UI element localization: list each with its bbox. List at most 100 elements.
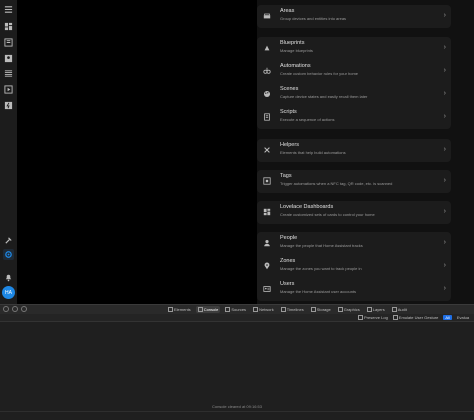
tab-timelines[interactable]: Timelines [279,306,306,313]
settings-item-areas[interactable]: Areas Group devices and entities into are… [257,5,451,28]
item-subtitle: Manage the zones you want to track peopl… [280,266,362,271]
chevron-right-icon: › [443,113,446,120]
item-title: Blueprints [280,40,305,46]
settings-item-people[interactable]: People Manage the people that Home Assist… [257,232,451,255]
chevron-right-icon: › [443,146,446,153]
settings-item-scripts[interactable]: Scripts Execute a sequence of actions › [257,106,451,129]
inspect-icon[interactable] [21,306,27,312]
logbook-icon[interactable] [3,53,14,64]
tab-label: Elements [174,307,191,312]
audit-icon [391,307,397,312]
item-title: Users [280,281,295,287]
settings-item-blueprints[interactable]: Blueprints Manage blueprints › [257,37,451,60]
menu-icon[interactable] [3,4,14,15]
checkbox-icon [392,315,398,320]
item-subtitle: Capture device states and easily recall … [280,94,368,99]
item-subtitle: Manage the people that Home Assistant tr… [280,243,363,248]
graphics-icon [337,307,343,312]
nfc-icon [262,176,272,186]
history-icon[interactable] [3,68,14,79]
tab-network[interactable]: Network [251,306,276,313]
energy-icon[interactable] [3,100,14,111]
item-subtitle: Create custom behavior rules for your ho… [280,71,359,76]
item-subtitle: Manage the Home Assistant user accounts [280,289,357,294]
content-blank-area [17,0,257,304]
script-icon [262,112,272,122]
timelines-icon [280,307,286,312]
item-subtitle: Create customized sets of cards to contr… [280,212,375,217]
item-title: Areas [280,8,295,14]
item-title: Automations [280,63,311,69]
settings-item-users[interactable]: Users Manage the Home Assistant user acco… [257,278,451,301]
settings-item-zones[interactable]: Zones Manage the zones you want to track … [257,255,451,278]
console-cleared-message: Console cleared at 09:16:53 [211,404,263,409]
toggle-label: Emulate User Gesture [398,315,439,320]
item-subtitle: Execute a sequence of actions [280,117,335,122]
robot-icon [262,66,272,76]
item-title: Scripts [280,109,297,115]
console-filter-bar: Preserve Log Emulate User Gesture All Ev… [0,314,474,322]
tab-label: Layers [372,307,385,312]
card-helpers: Helpers Elements that help build automati… [257,139,451,162]
tab-elements[interactable]: Elements [166,306,193,313]
tab-storage[interactable]: Storage [309,306,333,313]
devtools-tabs: Elements Console Sources Network Timelin… [166,306,409,313]
card-automation-group: Blueprints Manage blueprints › Automation… [257,37,451,129]
item-subtitle: Trigger automations when a NFC tag, QR c… [280,181,393,186]
chevron-right-icon: › [443,239,446,246]
close-devtools-icon[interactable] [3,306,9,312]
chevron-right-icon: › [443,208,446,215]
tab-layers[interactable]: Layers [365,306,387,313]
card-areas: Areas Group devices and entities into are… [257,5,451,28]
chevron-right-icon: › [443,262,446,269]
card-people-group: People Manage the people that Home Assist… [257,232,451,301]
tab-sources[interactable]: Sources [223,306,248,313]
media-icon[interactable] [3,84,14,95]
tab-label: Storage [316,307,331,312]
tab-audit[interactable]: Audit [390,306,409,313]
tab-console[interactable]: Console [195,306,221,313]
gear-icon[interactable] [3,249,14,260]
dock-icon[interactable] [12,306,18,312]
settings-item-helpers[interactable]: Helpers Elements that help build automati… [257,139,451,162]
chevron-right-icon: › [443,285,446,292]
avatar[interactable]: HA [2,286,15,299]
tab-label: Audit [397,307,407,312]
tab-label: Network [259,307,274,312]
console-output[interactable]: Console cleared at 09:16:53 [0,322,474,420]
network-icon [253,307,259,312]
layers-icon [366,307,372,312]
bell-icon[interactable] [3,272,14,283]
account-icon [262,238,272,248]
emulate-gesture-toggle[interactable]: Emulate User Gesture [392,315,439,320]
blueprint-icon [262,43,272,53]
sidebar: HA [0,0,17,304]
item-title: Scenes [280,86,299,92]
tools-icon [262,145,272,155]
settings-item-lovelace-dashboards[interactable]: Lovelace Dashboards Create customized set… [257,201,451,224]
tab-label: Console [203,307,219,312]
tab-label: Timelines [286,307,304,312]
map-icon[interactable] [3,37,14,48]
chevron-right-icon: › [443,177,446,184]
badge-account-icon [262,284,272,294]
hammer-icon[interactable] [3,235,14,246]
settings-item-scenes[interactable]: Scenes Capture device states and easily r… [257,83,451,106]
tab-graphics[interactable]: Graphics [336,306,362,313]
settings-item-tags[interactable]: Tags Trigger automations when a NFC tag, … [257,170,451,193]
settings-item-automations[interactable]: Automations Create custom behavior rules … [257,60,451,83]
sofa-icon [262,11,272,21]
card-tags: Tags Trigger automations when a NFC tag, … [257,170,451,193]
item-subtitle: Elements that help build automations [280,150,346,155]
preserve-log-toggle[interactable]: Preserve Log [358,315,388,320]
item-title: People [280,235,298,241]
console-icon [197,307,203,312]
toggle-label: Preserve Log [364,315,388,320]
devtools-window-controls [3,306,27,312]
storage-icon [310,307,316,312]
item-title: Helpers [280,142,299,148]
filter-all-button[interactable]: All [443,315,452,320]
chevron-right-icon: › [443,90,446,97]
evaluate-filter[interactable]: Evalua [457,315,469,320]
dashboard-icon[interactable] [3,21,14,32]
